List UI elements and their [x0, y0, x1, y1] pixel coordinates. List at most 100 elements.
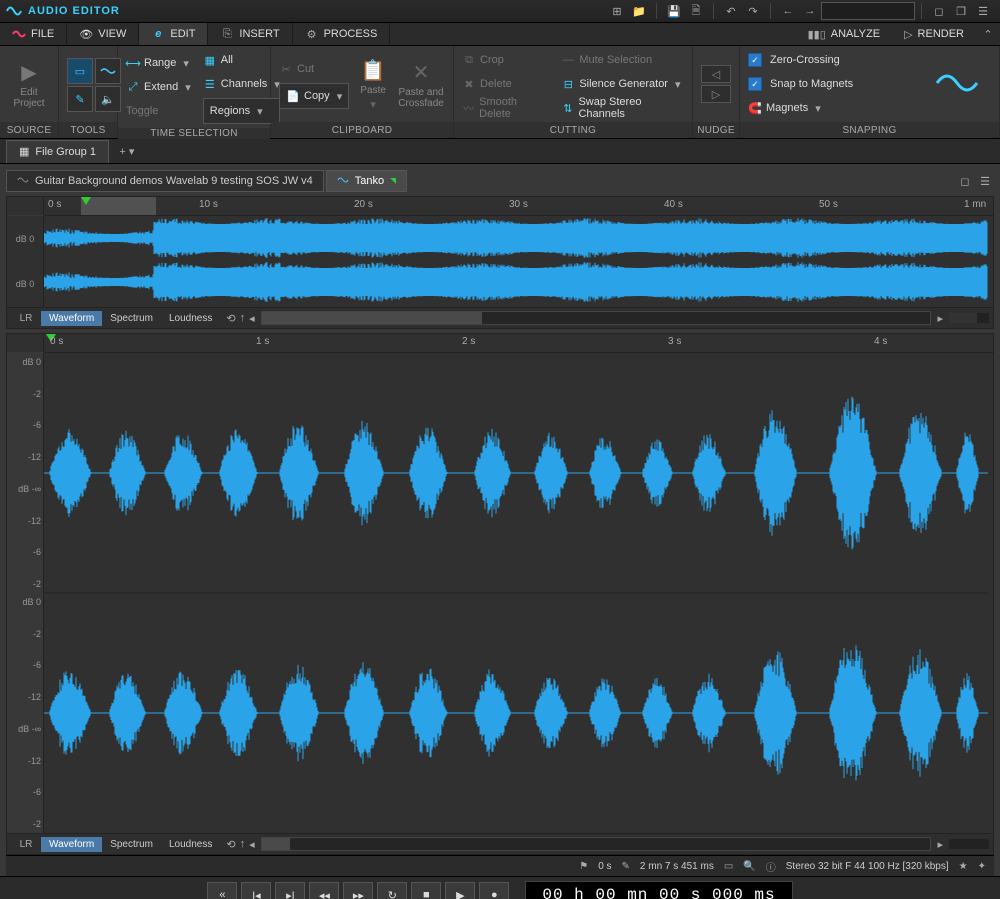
status-pos: 0 s: [598, 861, 611, 872]
all-button[interactable]: ▦All: [203, 50, 280, 70]
star-icon[interactable]: ★: [959, 861, 968, 872]
tool-pen[interactable]: ✎: [67, 86, 93, 112]
redo-icon[interactable]: ↷: [744, 2, 762, 20]
chevron-down-icon: ▾: [675, 78, 681, 91]
wave-small-icon: [337, 175, 349, 188]
play-button[interactable]: ▶: [445, 882, 475, 899]
main-scrollbar[interactable]: [261, 837, 932, 851]
copy-button[interactable]: 📄Copy▾: [279, 83, 349, 109]
silence-gen-button[interactable]: ⊟Silence Generator▾: [561, 74, 684, 94]
channels-button[interactable]: ☰Channels▾: [203, 74, 280, 94]
stop-button[interactable]: ■: [411, 882, 441, 899]
tab-view[interactable]: 👁VIEW: [67, 23, 139, 45]
file-tabs: Guitar Background demos Wavelab 9 testin…: [6, 170, 994, 192]
viewtab-spectrum[interactable]: Spectrum: [102, 311, 161, 326]
zero-crossing-check[interactable]: ✓Zero-Crossing: [748, 50, 853, 70]
file-tab-2[interactable]: Tanko: [326, 170, 407, 192]
layout-icon[interactable]: ☰: [974, 2, 992, 20]
snap-magnets-check[interactable]: ✓Snap to Magnets: [748, 74, 853, 94]
add-group-button[interactable]: + ▾: [115, 145, 139, 158]
mute-sel-button[interactable]: —Mute Selection: [561, 50, 684, 70]
tab-edit[interactable]: eEDIT: [139, 23, 208, 45]
viewtab-waveform[interactable]: Waveform: [41, 311, 102, 326]
chevron-down-icon: ▾: [257, 105, 263, 118]
fast-rewind-button[interactable]: ◂◂: [309, 882, 339, 899]
tab-process[interactable]: ⚙PROCESS: [293, 23, 391, 45]
file-tab-1[interactable]: Guitar Background demos Wavelab 9 testin…: [6, 170, 324, 192]
skip-fwd-button[interactable]: ▸I: [275, 882, 305, 899]
main-ruler[interactable]: 0 s 1 s 2 s 3 s 4 s: [44, 334, 993, 353]
skip-back-button[interactable]: I◂: [241, 882, 271, 899]
nav-back-icon[interactable]: ←: [779, 2, 797, 20]
window-restore-icon[interactable]: ❐: [952, 2, 970, 20]
zoom-icon[interactable]: 🔍: [743, 861, 755, 872]
nudge-left[interactable]: ◁: [701, 65, 731, 83]
paste-button[interactable]: 📋Paste▾: [355, 58, 391, 111]
viewtab-waveform[interactable]: Waveform: [41, 837, 102, 852]
loop-button[interactable]: ↻: [377, 882, 407, 899]
edit-project-button[interactable]: ▶Edit Project: [8, 60, 50, 109]
open-folder-icon[interactable]: 📁: [630, 2, 648, 20]
rewind-start-button[interactable]: «: [207, 882, 237, 899]
playhead-marker-icon[interactable]: [81, 197, 91, 205]
save-all-icon[interactable]: 🗎: [687, 2, 705, 20]
tab-analyze[interactable]: ▮▮▯ANALYZE: [796, 23, 892, 45]
sync-icon[interactable]: ⟲: [226, 312, 235, 325]
main-panel: 0 s 1 s 2 s 3 s 4 s dB 0 -2 -6 -12 dB -∞…: [6, 333, 994, 855]
record-button[interactable]: ●: [479, 882, 509, 899]
overview-ruler[interactable]: 0 s 10 s 20 s 30 s 40 s 50 s 1 mn: [44, 197, 993, 216]
waveform-svg: [44, 216, 988, 304]
paste-crossfade-button[interactable]: ✕Paste and Crossfade: [397, 60, 445, 109]
fast-forward-button[interactable]: ▸▸: [343, 882, 373, 899]
sync-icon[interactable]: ⟲: [226, 838, 235, 851]
arrow-up-icon[interactable]: ↑: [240, 838, 246, 851]
scroll-left-icon[interactable]: ◂: [249, 312, 255, 325]
extend-button[interactable]: ⤢Extend▾: [126, 77, 191, 97]
arrow-up-icon[interactable]: ↑: [240, 312, 246, 325]
main-viewbar: LR Waveform Spectrum Loudness ⟲↑◂ ▸: [7, 833, 993, 854]
scroll-right-icon[interactable]: ▸: [937, 312, 943, 325]
bookmark-icon[interactable]: ✦: [978, 861, 986, 872]
swap-channels-button[interactable]: ⇅Swap Stereo Channels: [561, 98, 684, 118]
tool-select[interactable]: ▭: [67, 58, 93, 84]
list-icon[interactable]: ☰: [976, 172, 994, 190]
tab-insert[interactable]: ⎘INSERT: [208, 23, 292, 45]
new-file-icon[interactable]: ⊞: [608, 2, 626, 20]
sel-icon[interactable]: ▭: [724, 861, 733, 872]
status-bar: ⚑ 0 s ✎ 2 mn 7 s 451 ms ▭ 🔍 ⓘ Stereo 32 …: [6, 855, 994, 876]
maximize-icon[interactable]: ◻: [956, 172, 974, 190]
toggle-button[interactable]: Toggle: [126, 101, 191, 121]
nudge-right[interactable]: ▷: [701, 85, 731, 103]
flag-icon[interactable]: ⚑: [579, 861, 588, 872]
overview-waveform[interactable]: dB 0dB 0: [7, 216, 993, 307]
undo-icon[interactable]: ↶: [722, 2, 740, 20]
main-waveform[interactable]: dB 0 -2 -6 -12 dB -∞ -12 -6 -2 dB 0 -2 -…: [7, 353, 993, 833]
scroll-left-icon[interactable]: ◂: [249, 838, 255, 851]
brand-wave-icon: [935, 67, 979, 102]
swap-icon: ⇅: [561, 101, 574, 115]
cut-button[interactable]: ✂Cut: [279, 59, 349, 79]
history-combo[interactable]: [821, 2, 915, 20]
time-display[interactable]: 00 h 00 mn 00 s 000 ms: [525, 881, 792, 899]
magnets-button[interactable]: 🧲Magnets▾: [748, 98, 853, 118]
file-group-tab[interactable]: ▦File Group 1: [6, 140, 109, 163]
ribbon-collapse-icon[interactable]: ⌃: [976, 23, 1000, 45]
overview-scrollbar[interactable]: [261, 311, 932, 325]
tab-render[interactable]: ▷RENDER: [892, 23, 976, 45]
viewtab-spectrum[interactable]: Spectrum: [102, 837, 161, 852]
nav-fwd-icon[interactable]: →: [801, 2, 819, 20]
tab-file[interactable]: FILE: [0, 23, 67, 45]
save-icon[interactable]: 💾: [665, 2, 683, 20]
viewtab-loudness[interactable]: Loudness: [161, 311, 220, 326]
regions-button[interactable]: Regions▾: [203, 98, 280, 124]
smooth-delete-button[interactable]: 〰Smooth Delete: [462, 98, 547, 118]
scroll-right-icon[interactable]: ▸: [937, 838, 943, 851]
info-icon[interactable]: ⓘ: [766, 859, 776, 874]
window-max-icon[interactable]: ◻: [930, 2, 948, 20]
crop-button[interactable]: ⧉Crop: [462, 50, 547, 70]
status-sel: 2 mn 7 s 451 ms: [640, 861, 714, 872]
delete-button[interactable]: ✖Delete: [462, 74, 547, 94]
viewtab-loudness[interactable]: Loudness: [161, 837, 220, 852]
checkbox-on-icon: ✓: [748, 77, 762, 91]
range-button[interactable]: ⟷Range▾: [126, 53, 191, 73]
